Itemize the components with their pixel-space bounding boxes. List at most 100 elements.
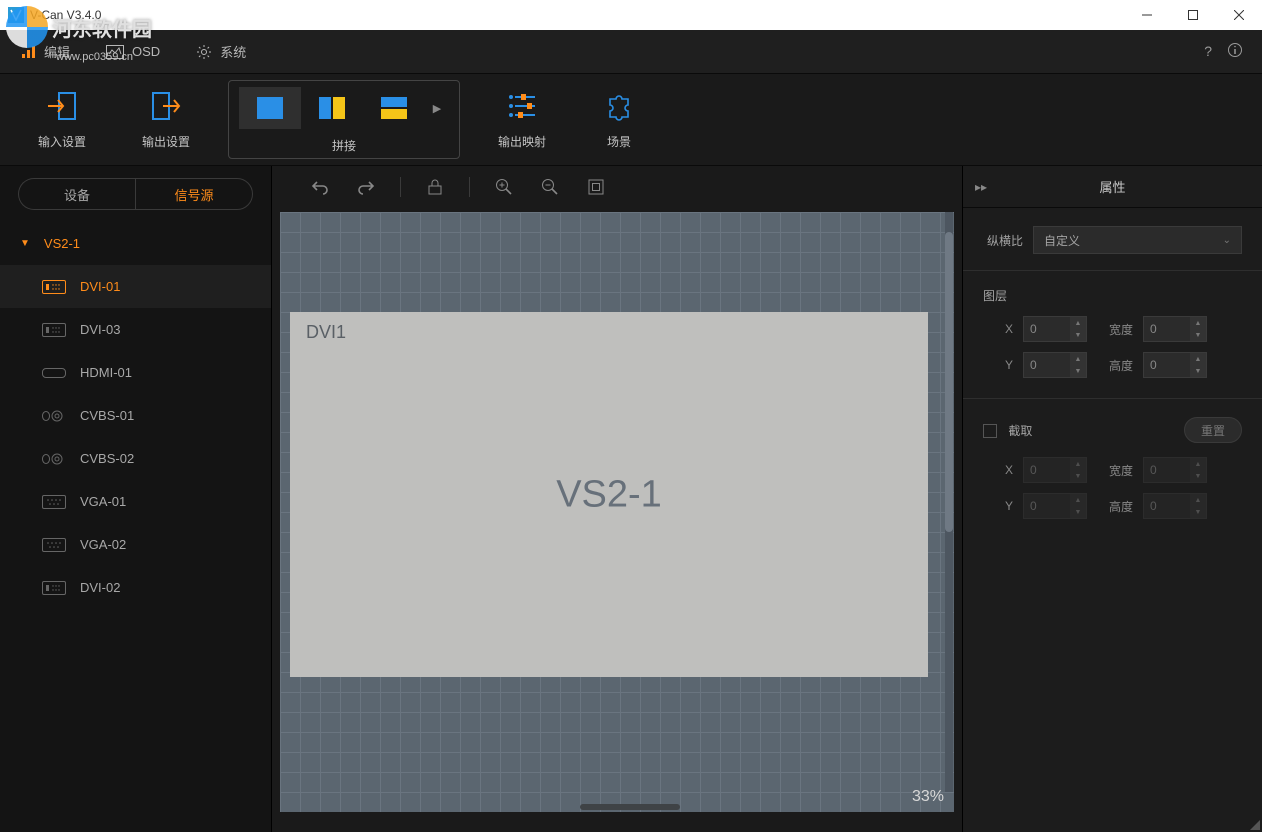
fit-button[interactable] xyxy=(578,171,614,203)
caret-down-icon: ▼ xyxy=(20,238,30,249)
source-item-label: VGA-02 xyxy=(80,537,126,552)
crop-x-input[interactable]: ▲▼ xyxy=(1023,457,1087,483)
gear-icon xyxy=(196,44,212,60)
tree-root[interactable]: ▼ VS2-1 xyxy=(0,222,271,265)
lock-button[interactable] xyxy=(417,171,453,203)
hdmi-port-icon xyxy=(42,368,66,378)
crop-width-label: 宽度 xyxy=(1097,462,1133,479)
edit-icon xyxy=(20,44,36,60)
output-mapping-button[interactable]: 输出映射 xyxy=(480,81,564,158)
height-label: 高度 xyxy=(1097,357,1133,374)
crop-checkbox[interactable] xyxy=(983,424,997,438)
height-input[interactable]: ▲▼ xyxy=(1143,352,1207,378)
input-icon xyxy=(45,89,79,123)
source-item-vga-01[interactable]: VGA-01 xyxy=(0,480,271,523)
aspect-ratio-label: 纵横比 xyxy=(983,232,1023,249)
y-label: Y xyxy=(991,358,1013,372)
menu-system-label: 系统 xyxy=(220,42,246,61)
source-item-label: CVBS-01 xyxy=(80,408,134,423)
menu-osd[interactable]: OSD xyxy=(106,44,160,59)
crop-height-input[interactable]: ▲▼ xyxy=(1143,493,1207,519)
puzzle-icon xyxy=(602,89,636,123)
y-input[interactable]: ▲▼ xyxy=(1023,352,1087,378)
properties-panel: ▸▸ 属性 纵横比 自定义 ⌄ 图层 X ▲▼ 宽度 ▲▼ Y ▲▼ 高度 xyxy=(962,166,1262,832)
reset-button[interactable]: 重置 xyxy=(1184,417,1242,443)
maximize-button[interactable] xyxy=(1170,0,1216,30)
vga-port-icon xyxy=(42,495,66,509)
source-item-dvi-02[interactable]: DVI-02 xyxy=(0,566,271,609)
dvi-port-icon xyxy=(42,323,66,337)
layer-center-label: VS2-1 xyxy=(556,473,662,516)
menu-system[interactable]: 系统 xyxy=(196,42,246,61)
width-label: 宽度 xyxy=(1097,321,1133,338)
source-item-dvi-03[interactable]: DVI-03 xyxy=(0,308,271,351)
splice-mode-more[interactable]: ▶ xyxy=(425,87,449,129)
layer-box[interactable]: DVI1 VS2-1 xyxy=(290,312,928,677)
source-item-dvi-01[interactable]: DVI-01 xyxy=(0,265,271,308)
source-item-cvbs-01[interactable]: CVBS-01 xyxy=(0,394,271,437)
app-icon xyxy=(8,7,24,23)
canvas-area: DVI1 VS2-1 33% xyxy=(272,166,962,832)
input-settings-label: 输入设置 xyxy=(38,133,86,150)
chevron-down-icon: ⌄ xyxy=(1223,235,1231,246)
source-tree: ▼ VS2-1 DVI-01 DVI-03 HDMI-01 CVBS-01 CVBS-0… xyxy=(0,222,271,832)
collapse-panel-button[interactable]: ▸▸ xyxy=(975,180,987,194)
mapping-icon xyxy=(505,89,539,123)
splice-mode-horizontal[interactable] xyxy=(363,87,425,129)
zoom-in-button[interactable] xyxy=(486,171,522,203)
source-item-cvbs-02[interactable]: CVBS-02 xyxy=(0,437,271,480)
menubar: 编辑 OSD 系统 ? xyxy=(0,30,1262,74)
input-settings-button[interactable]: 输入设置 xyxy=(20,81,104,158)
titlebar: V-Can V3.4.0 xyxy=(0,0,1262,30)
vga-port-icon xyxy=(42,538,66,552)
canvas-viewport[interactable]: DVI1 VS2-1 33% xyxy=(280,212,954,812)
minimize-button[interactable] xyxy=(1124,0,1170,30)
source-item-label: DVI-01 xyxy=(80,279,120,294)
x-input[interactable]: ▲▼ xyxy=(1023,316,1087,342)
crop-label: 截取 xyxy=(1008,424,1032,438)
dvi-port-icon xyxy=(42,581,66,595)
redo-button[interactable] xyxy=(348,171,384,203)
crop-width-input[interactable]: ▲▼ xyxy=(1143,457,1207,483)
crop-y-label: Y xyxy=(991,499,1013,513)
splice-mode-full[interactable] xyxy=(239,87,301,129)
aspect-ratio-select[interactable]: 自定义 ⌄ xyxy=(1033,226,1242,254)
section-layer-title: 图层 xyxy=(983,287,1242,304)
info-button[interactable] xyxy=(1228,43,1242,60)
scrollbar-horizontal[interactable] xyxy=(280,804,944,812)
dvi-port-icon xyxy=(42,280,66,294)
properties-title: 属性 xyxy=(1099,177,1125,196)
toolbar: 输入设置 输出设置 ▶ 拼接 输出映射 xyxy=(0,74,1262,166)
source-item-label: CVBS-02 xyxy=(80,451,134,466)
output-mapping-label: 输出映射 xyxy=(498,133,546,150)
undo-button[interactable] xyxy=(302,171,338,203)
scene-button[interactable]: 场景 xyxy=(584,81,654,158)
source-item-label: VGA-01 xyxy=(80,494,126,509)
crop-x-label: X xyxy=(991,463,1013,477)
crop-height-label: 高度 xyxy=(1097,498,1133,515)
menu-edit[interactable]: 编辑 xyxy=(20,42,70,61)
menu-osd-label: OSD xyxy=(132,44,160,59)
output-settings-label: 输出设置 xyxy=(142,133,190,150)
source-item-vga-02[interactable]: VGA-02 xyxy=(0,523,271,566)
zoom-out-button[interactable] xyxy=(532,171,568,203)
scrollbar-vertical[interactable] xyxy=(945,212,953,792)
resize-grip[interactable] xyxy=(1248,818,1260,830)
menu-edit-label: 编辑 xyxy=(44,42,70,61)
close-button[interactable] xyxy=(1216,0,1262,30)
tab-source[interactable]: 信号源 xyxy=(135,178,253,210)
scene-label: 场景 xyxy=(607,133,631,150)
width-input[interactable]: ▲▼ xyxy=(1143,316,1207,342)
source-item-label: DVI-03 xyxy=(80,322,120,337)
crop-y-input[interactable]: ▲▼ xyxy=(1023,493,1087,519)
splice-mode-vertical[interactable] xyxy=(301,87,363,129)
chevron-right-icon: ▶ xyxy=(433,102,441,115)
output-settings-button[interactable]: 输出设置 xyxy=(124,81,208,158)
source-item-label: DVI-02 xyxy=(80,580,120,595)
tree-root-label: VS2-1 xyxy=(44,236,80,251)
aspect-ratio-value: 自定义 xyxy=(1044,232,1080,249)
source-item-hdmi-01[interactable]: HDMI-01 xyxy=(0,351,271,394)
help-button[interactable]: ? xyxy=(1204,43,1212,60)
source-item-label: HDMI-01 xyxy=(80,365,132,380)
tab-device[interactable]: 设备 xyxy=(18,178,135,210)
